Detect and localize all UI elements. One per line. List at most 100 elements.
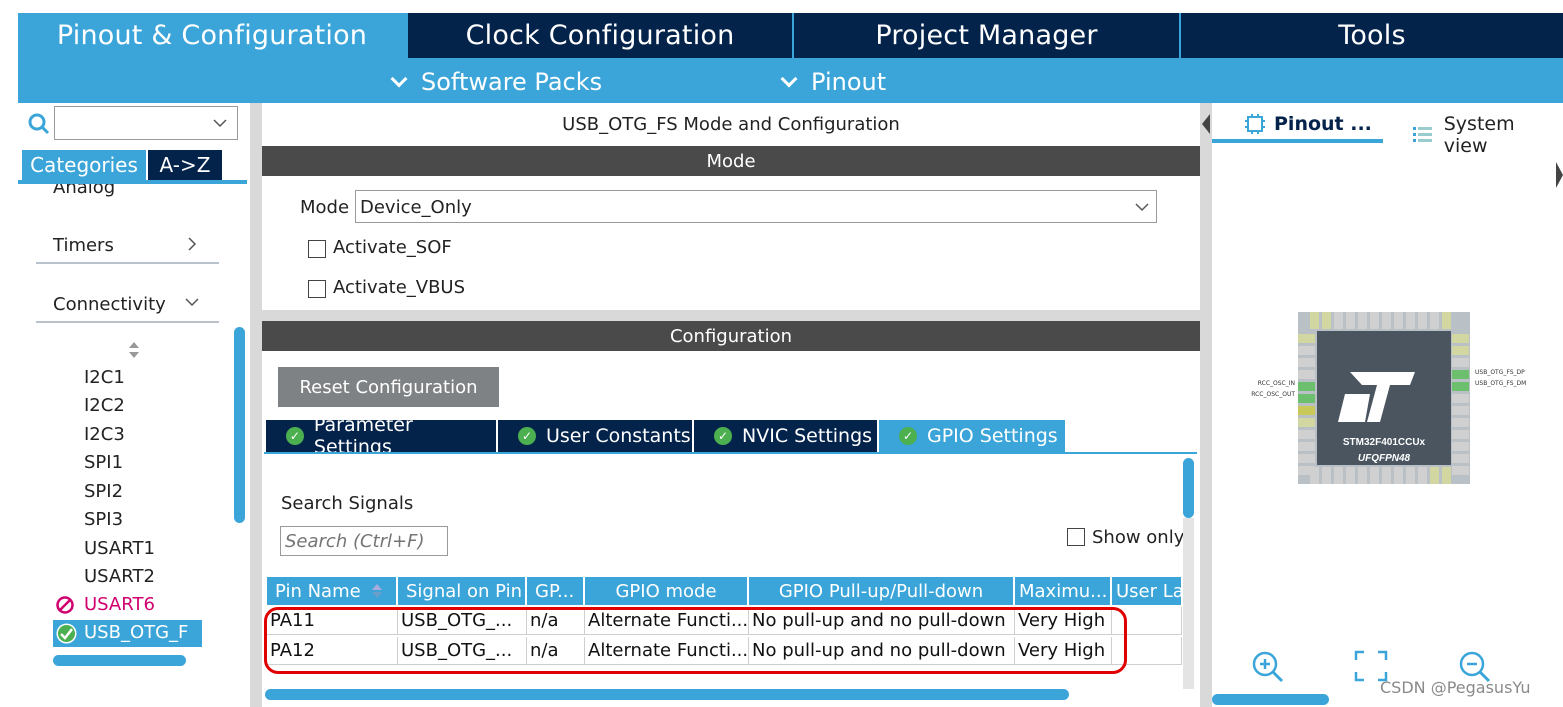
button-label: A->Z [159, 153, 211, 177]
table-vertical-scrollbar[interactable] [1183, 458, 1194, 518]
list-item-spi1[interactable]: SPI1 [84, 449, 123, 475]
search-icon[interactable] [27, 112, 51, 136]
mode-select[interactable]: Device_Only [355, 190, 1157, 223]
scrollbar-track [1183, 518, 1194, 689]
item-label: SPI2 [84, 480, 124, 502]
column-label: User La [1116, 580, 1182, 602]
scroll-left-icon[interactable] [1200, 112, 1212, 136]
header-label: Mode [706, 150, 756, 172]
list-item-i2c2[interactable]: I2C2 [84, 392, 125, 418]
column-gpio-output-level[interactable]: GP... [527, 577, 584, 605]
chevron-down-icon[interactable] [212, 117, 228, 129]
tab-parameter-settings[interactable]: ✓ Parameter Settings [266, 414, 496, 458]
tab-pinout-configuration[interactable]: Pinout & Configuration [18, 13, 406, 58]
tab-label: Project Manager [875, 20, 1098, 51]
column-label: Maximu... [1019, 580, 1108, 602]
item-label: USART1 [84, 537, 155, 559]
column-maximum-speed[interactable]: Maximu... [1015, 577, 1111, 605]
column-signal-on-pin[interactable]: Signal on Pin [398, 577, 526, 605]
tab-label: Tools [1338, 20, 1406, 51]
button-label: Categories [30, 153, 138, 177]
left-horizontal-scrollbar[interactable] [53, 655, 186, 666]
list-item-i2c1[interactable]: I2C1 [84, 364, 125, 390]
item-label: USART2 [84, 565, 155, 587]
mcu-chip-diagram[interactable]: STM32F401CCUx UFQFPN48 RCC_OSC_IN RCC_OS… [1240, 310, 1540, 490]
tab-label: Pinout & Configuration [56, 20, 368, 51]
tab-gpio-settings[interactable]: ✓ GPIO Settings [879, 420, 1065, 452]
pin-label-osc-out: RCC_OSC_OUT [1251, 391, 1295, 398]
item-label: I2C3 [84, 423, 125, 445]
search-signals-input[interactable] [280, 526, 448, 556]
tab-clock-configuration[interactable]: Clock Configuration [408, 13, 792, 58]
check-circle-icon: ✓ [286, 427, 304, 445]
list-item-spi3[interactable]: SPI3 [84, 506, 123, 532]
tab-underline [264, 452, 1197, 454]
show-only-checkbox[interactable] [1067, 528, 1085, 546]
chevron-down-icon [185, 298, 199, 307]
item-label: SPI3 [84, 508, 124, 530]
page-title: USB_OTG_FS Mode and Configuration [562, 114, 900, 135]
check-circle-icon [56, 623, 77, 644]
scroll-right-icon[interactable] [1556, 160, 1563, 190]
tab-system-view[interactable]: System view [1412, 113, 1563, 157]
top-navigation: Pinout & Configuration Clock Configurati… [18, 13, 1563, 103]
list-item-spi2[interactable]: SPI2 [84, 478, 123, 504]
list-item-usart6[interactable]: USART6 [84, 591, 155, 617]
chevron-down-icon [390, 70, 408, 88]
column-gpio-mode[interactable]: GPIO mode [585, 577, 748, 605]
chevron-down-icon [1135, 203, 1149, 212]
sort-icon[interactable] [127, 341, 141, 359]
activate-sof-checkbox[interactable] [308, 240, 326, 258]
tab-pinout-view[interactable]: Pinout ... [1244, 113, 1372, 135]
table-horizontal-scrollbar[interactable] [265, 689, 1069, 700]
chevron-down-icon [780, 70, 798, 88]
column-gpio-pull[interactable]: GPIO Pull-up/Pull-down [749, 577, 1014, 605]
component-search-input[interactable] [54, 106, 238, 140]
a-z-button[interactable]: A->Z [148, 150, 222, 180]
tab-label: User Constants [546, 425, 691, 447]
reset-configuration-button[interactable]: Reset Configuration [278, 367, 499, 407]
pinout-menu[interactable]: Pinout [780, 67, 886, 97]
column-label: GPIO Pull-up/Pull-down [778, 580, 984, 602]
sort-icon [371, 584, 382, 598]
tab-nvic-settings[interactable]: ✓ NVIC Settings [694, 420, 877, 452]
tab-label: GPIO Settings [927, 425, 1058, 447]
item-label: SPI1 [84, 451, 124, 473]
mode-value: Device_Only [360, 197, 472, 218]
header-label: Configuration [669, 325, 793, 347]
zoom-in-icon[interactable] [1250, 649, 1286, 685]
list-item-i2c3[interactable]: I2C3 [84, 421, 125, 447]
list-item-usart2[interactable]: USART2 [84, 563, 155, 589]
tab-tools[interactable]: Tools [1181, 13, 1563, 58]
column-label: Pin Name [275, 580, 361, 602]
categories-button[interactable]: Categories [22, 150, 146, 180]
list-icon [1413, 127, 1432, 142]
category-analog[interactable]: Analog [36, 184, 219, 204]
category-label: Timers [53, 234, 114, 256]
list-item-usart1[interactable]: USART1 [84, 535, 155, 561]
highlight-annotation [264, 607, 1127, 674]
check-circle-icon: ✓ [899, 427, 917, 445]
chip-name: STM32F401CCUx [1343, 437, 1426, 448]
item-label: USART6 [84, 593, 155, 615]
watermark: CSDN @PegasusYu [1380, 678, 1531, 697]
button-label: Reset Configuration [299, 376, 478, 398]
column-pin-name[interactable]: Pin Name [267, 577, 397, 605]
tab-underline [1212, 139, 1383, 143]
mode-label: Mode [300, 197, 350, 218]
pinout-horizontal-scrollbar[interactable] [1212, 694, 1329, 705]
left-vertical-scrollbar[interactable] [234, 327, 245, 523]
activate-vbus-checkbox[interactable] [308, 280, 326, 298]
item-label: I2C1 [84, 366, 125, 388]
tab-label: Clock Configuration [465, 20, 735, 51]
chevron-right-icon [188, 237, 197, 251]
column-user-label[interactable]: User La [1112, 577, 1182, 605]
activate-sof-label: Activate_SOF [333, 237, 452, 258]
software-packs-menu[interactable]: Software Packs [390, 67, 602, 97]
tab-project-manager[interactable]: Project Manager [794, 13, 1179, 58]
tab-user-constants[interactable]: ✓ User Constants [498, 420, 692, 452]
list-item-usb-otg-selected[interactable]: USB_OTG_F [53, 620, 202, 647]
column-label: Signal on Pin [406, 580, 523, 602]
mode-header: Mode [262, 146, 1200, 176]
pin-label-usb-dp: USB_OTG_FS_DP [1475, 369, 1525, 376]
